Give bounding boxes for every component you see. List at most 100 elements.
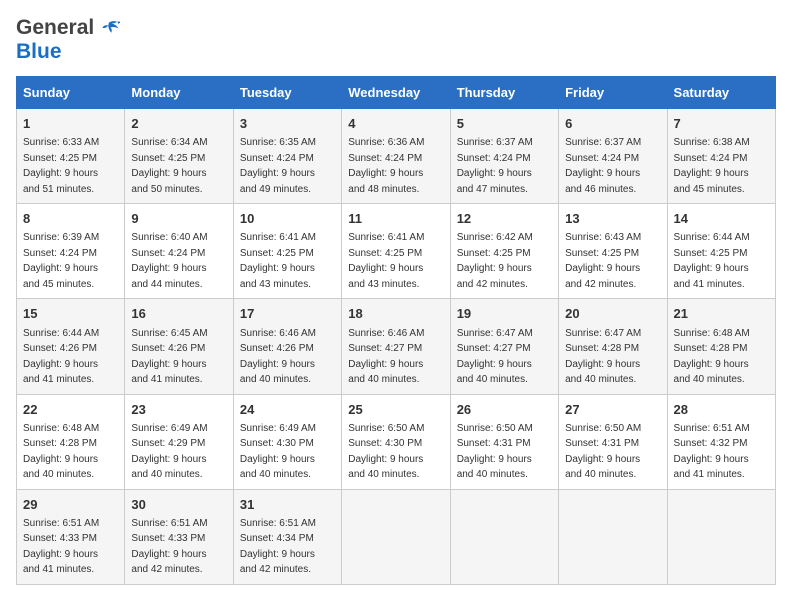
day-number: 8 [23, 210, 118, 228]
day-number: 29 [23, 496, 118, 514]
day-number: 3 [240, 115, 335, 133]
day-number: 13 [565, 210, 660, 228]
day-info: Sunrise: 6:36 AMSunset: 4:24 PMDaylight:… [348, 137, 424, 195]
day-info: Sunrise: 6:42 AMSunset: 4:25 PMDaylight:… [457, 232, 533, 290]
day-info: Sunrise: 6:35 AMSunset: 4:24 PMDaylight:… [240, 137, 316, 195]
logo-bird-icon [98, 17, 120, 39]
calendar-cell: 4 Sunrise: 6:36 AMSunset: 4:24 PMDaylight… [342, 109, 450, 204]
calendar-cell: 10Sunrise: 6:41 AMSunset: 4:25 PMDayligh… [233, 204, 341, 299]
week-row-4: 22 Sunrise: 6:48 AMSunset: 4:28 PMDayligh… [17, 394, 776, 489]
calendar-cell: 22 Sunrise: 6:48 AMSunset: 4:28 PMDayligh… [17, 394, 125, 489]
logo-general: General [16, 16, 94, 40]
calendar-cell: 31Sunrise: 6:51 AMSunset: 4:34 PMDayligh… [233, 489, 341, 584]
calendar-cell: 14 Sunrise: 6:44 AMSunset: 4:25 PMDayligh… [667, 204, 775, 299]
day-number: 21 [674, 305, 769, 323]
day-number: 28 [674, 401, 769, 419]
calendar-cell: 20 Sunrise: 6:47 AMSunset: 4:28 PMDayligh… [559, 299, 667, 394]
calendar-cell: 19 Sunrise: 6:47 AMSunset: 4:27 PMDayligh… [450, 299, 558, 394]
calendar-table: SundayMondayTuesdayWednesdayThursdayFrid… [16, 76, 776, 585]
calendar-cell: 27Sunrise: 6:50 AMSunset: 4:31 PMDayligh… [559, 394, 667, 489]
calendar-cell: 30 Sunrise: 6:51 AMSunset: 4:33 PMDayligh… [125, 489, 233, 584]
weekday-saturday: Saturday [667, 77, 775, 109]
day-number: 12 [457, 210, 552, 228]
day-info: Sunrise: 6:43 AMSunset: 4:25 PMDaylight:… [565, 232, 641, 290]
day-number: 24 [240, 401, 335, 419]
day-info: Sunrise: 6:51 AMSunset: 4:33 PMDaylight:… [131, 518, 207, 576]
day-number: 23 [131, 401, 226, 419]
day-number: 5 [457, 115, 552, 133]
day-info: Sunrise: 6:47 AMSunset: 4:27 PMDaylight:… [457, 328, 533, 386]
calendar-cell: 18 Sunrise: 6:46 AMSunset: 4:27 PMDayligh… [342, 299, 450, 394]
weekday-thursday: Thursday [450, 77, 558, 109]
day-number: 14 [674, 210, 769, 228]
day-info: Sunrise: 6:51 AMSunset: 4:34 PMDaylight:… [240, 518, 316, 576]
weekday-sunday: Sunday [17, 77, 125, 109]
day-info: Sunrise: 6:46 AMSunset: 4:26 PMDaylight:… [240, 328, 316, 386]
day-number: 19 [457, 305, 552, 323]
day-number: 30 [131, 496, 226, 514]
calendar-cell [342, 489, 450, 584]
day-number: 22 [23, 401, 118, 419]
calendar-cell [450, 489, 558, 584]
day-number: 20 [565, 305, 660, 323]
day-number: 9 [131, 210, 226, 228]
calendar-cell: 16 Sunrise: 6:45 AMSunset: 4:26 PMDayligh… [125, 299, 233, 394]
week-row-5: 29 Sunrise: 6:51 AMSunset: 4:33 PMDayligh… [17, 489, 776, 584]
calendar-cell: 12 Sunrise: 6:42 AMSunset: 4:25 PMDayligh… [450, 204, 558, 299]
calendar-cell: 15 Sunrise: 6:44 AMSunset: 4:26 PMDayligh… [17, 299, 125, 394]
day-number: 16 [131, 305, 226, 323]
page-header: General Blue [16, 16, 776, 64]
calendar-cell: 1 Sunrise: 6:33 AMSunset: 4:25 PMDaylight… [17, 109, 125, 204]
logo: General Blue [16, 16, 120, 64]
day-info: Sunrise: 6:37 AMSunset: 4:24 PMDaylight:… [565, 137, 641, 195]
day-info: Sunrise: 6:51 AMSunset: 4:32 PMDaylight:… [674, 423, 750, 481]
weekday-wednesday: Wednesday [342, 77, 450, 109]
day-number: 25 [348, 401, 443, 419]
day-info: Sunrise: 6:50 AMSunset: 4:30 PMDaylight:… [348, 423, 424, 481]
day-info: Sunrise: 6:48 AMSunset: 4:28 PMDaylight:… [674, 328, 750, 386]
day-info: Sunrise: 6:39 AMSunset: 4:24 PMDaylight:… [23, 232, 99, 290]
day-info: Sunrise: 6:45 AMSunset: 4:26 PMDaylight:… [131, 328, 207, 386]
day-info: Sunrise: 6:38 AMSunset: 4:24 PMDaylight:… [674, 137, 750, 195]
day-number: 10 [240, 210, 335, 228]
day-info: Sunrise: 6:40 AMSunset: 4:24 PMDaylight:… [131, 232, 207, 290]
day-info: Sunrise: 6:37 AMSunset: 4:24 PMDaylight:… [457, 137, 533, 195]
day-number: 27 [565, 401, 660, 419]
day-number: 6 [565, 115, 660, 133]
week-row-1: 1 Sunrise: 6:33 AMSunset: 4:25 PMDaylight… [17, 109, 776, 204]
day-number: 4 [348, 115, 443, 133]
calendar-cell: 7 Sunrise: 6:38 AMSunset: 4:24 PMDaylight… [667, 109, 775, 204]
calendar-cell: 9 Sunrise: 6:40 AMSunset: 4:24 PMDaylight… [125, 204, 233, 299]
day-info: Sunrise: 6:48 AMSunset: 4:28 PMDaylight:… [23, 423, 99, 481]
week-row-2: 8 Sunrise: 6:39 AMSunset: 4:24 PMDaylight… [17, 204, 776, 299]
day-number: 18 [348, 305, 443, 323]
calendar-cell: 17Sunrise: 6:46 AMSunset: 4:26 PMDayligh… [233, 299, 341, 394]
calendar-cell: 11 Sunrise: 6:41 AMSunset: 4:25 PMDayligh… [342, 204, 450, 299]
day-info: Sunrise: 6:51 AMSunset: 4:33 PMDaylight:… [23, 518, 99, 576]
day-info: Sunrise: 6:46 AMSunset: 4:27 PMDaylight:… [348, 328, 424, 386]
calendar-cell: 21 Sunrise: 6:48 AMSunset: 4:28 PMDayligh… [667, 299, 775, 394]
calendar-cell: 26Sunrise: 6:50 AMSunset: 4:31 PMDayligh… [450, 394, 558, 489]
calendar-cell: 5 Sunrise: 6:37 AMSunset: 4:24 PMDaylight… [450, 109, 558, 204]
calendar-cell: 28 Sunrise: 6:51 AMSunset: 4:32 PMDayligh… [667, 394, 775, 489]
calendar-cell: 13 Sunrise: 6:43 AMSunset: 4:25 PMDayligh… [559, 204, 667, 299]
day-info: Sunrise: 6:44 AMSunset: 4:25 PMDaylight:… [674, 232, 750, 290]
day-info: Sunrise: 6:47 AMSunset: 4:28 PMDaylight:… [565, 328, 641, 386]
day-info: Sunrise: 6:33 AMSunset: 4:25 PMDaylight:… [23, 137, 99, 195]
day-number: 15 [23, 305, 118, 323]
day-info: Sunrise: 6:44 AMSunset: 4:26 PMDaylight:… [23, 328, 99, 386]
day-info: Sunrise: 6:41 AMSunset: 4:25 PMDaylight:… [348, 232, 424, 290]
day-number: 26 [457, 401, 552, 419]
day-number: 11 [348, 210, 443, 228]
weekday-monday: Monday [125, 77, 233, 109]
day-number: 7 [674, 115, 769, 133]
calendar-cell: 8 Sunrise: 6:39 AMSunset: 4:24 PMDaylight… [17, 204, 125, 299]
weekday-friday: Friday [559, 77, 667, 109]
weekday-header-row: SundayMondayTuesdayWednesdayThursdayFrid… [17, 77, 776, 109]
calendar-cell: 29 Sunrise: 6:51 AMSunset: 4:33 PMDayligh… [17, 489, 125, 584]
day-number: 1 [23, 115, 118, 133]
calendar-cell: 2Sunrise: 6:34 AMSunset: 4:25 PMDaylight… [125, 109, 233, 204]
day-info: Sunrise: 6:49 AMSunset: 4:29 PMDaylight:… [131, 423, 207, 481]
day-number: 2 [131, 115, 226, 133]
weekday-tuesday: Tuesday [233, 77, 341, 109]
